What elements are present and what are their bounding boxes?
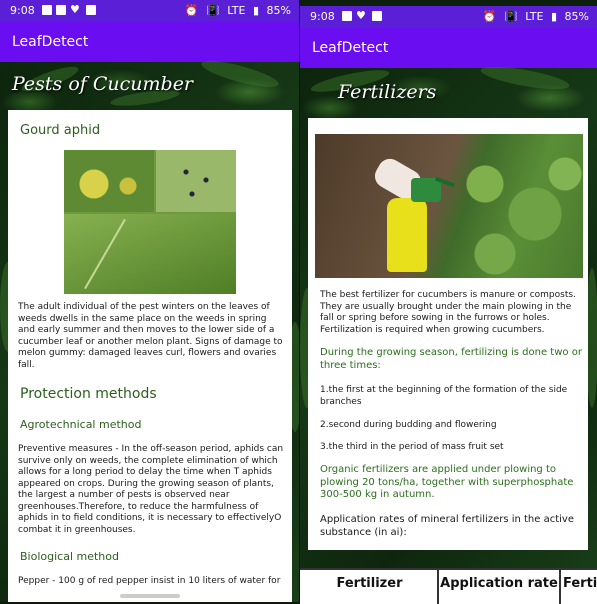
subsection-title-biological: Biological method xyxy=(20,550,119,563)
translate-icon xyxy=(86,5,96,15)
page-title: Pests of Cucumber xyxy=(12,73,194,95)
heart-icon: ♥ xyxy=(356,9,366,22)
intro-text: The best fertilizer for cucumbers is man… xyxy=(320,290,576,335)
table-header-fertil: Fertil xyxy=(563,576,597,591)
subsection-title-agrotechnical: Agrotechnical method xyxy=(20,418,142,431)
heart-icon: ♥ xyxy=(70,3,80,16)
subsection-text-biological: Pepper - 100 g of red pepper insist in 1… xyxy=(18,576,281,586)
vibrate-icon: 📳 xyxy=(205,4,220,17)
content-card[interactable]: The best fertilizer for cucumbers is man… xyxy=(308,118,588,550)
section-text-gourd-aphid: The adult individual of the pest winters… xyxy=(18,302,283,370)
table-header-fertilizer: Fertilizer xyxy=(302,570,439,604)
list-item-3: 3.the third in the period of mass fruit … xyxy=(320,442,504,452)
alarm-icon: ⏰ xyxy=(482,10,497,23)
app-title: LeafDetect xyxy=(312,40,389,56)
fertilizer-image xyxy=(315,134,583,278)
subsection-text-agrotechnical: Preventive measures - In the off-season … xyxy=(18,444,284,535)
aphid-image xyxy=(64,150,236,294)
table-header-application-rate: Application rate xyxy=(439,570,561,604)
page-title: Fertilizers xyxy=(338,81,437,103)
fertilizer-table-header: Fertilizer Application rate Fertil xyxy=(300,568,597,604)
battery-label: 85% xyxy=(266,4,291,17)
application-rates-text: Application rates of mineral fertilizers… xyxy=(320,514,574,538)
image-icon xyxy=(56,5,66,15)
content-card[interactable]: Gourd aphid The adult individual of the … xyxy=(8,110,292,602)
left-screen: 9:08 ♥ ⏰ 📳 LTE ▮ 85% LeafDetect Pests of… xyxy=(0,0,299,602)
battery-icon: ▮ xyxy=(252,4,260,17)
status-right: ⏰ 📳 LTE ▮ 85% xyxy=(181,4,291,17)
status-time: 9:08 xyxy=(310,10,335,23)
network-label: LTE xyxy=(525,10,544,23)
battery-label: 85% xyxy=(564,10,589,23)
translate-icon xyxy=(372,11,382,21)
status-bar: 9:08 ♥ ⏰ 📳 LTE ▮ 85% xyxy=(300,6,597,28)
battery-icon: ▮ xyxy=(550,10,558,23)
alarm-icon: ⏰ xyxy=(184,4,199,17)
network-label: LTE xyxy=(227,4,246,17)
organic-fertilizers-text: Organic fertilizers are applied under pl… xyxy=(320,464,574,500)
status-bar: 9:08 ♥ ⏰ 📳 LTE ▮ 85% xyxy=(0,0,299,22)
nav-handle[interactable] xyxy=(119,594,180,598)
notification-icon xyxy=(42,5,52,15)
growing-season-text: During the growing season, fertilizing i… xyxy=(320,347,582,371)
app-bar: LeafDetect xyxy=(0,22,299,62)
app-title: LeafDetect xyxy=(12,34,89,50)
section-title-protection: Protection methods xyxy=(20,386,157,402)
notification-icon xyxy=(342,11,352,21)
section-title-gourd-aphid: Gourd aphid xyxy=(20,123,101,138)
list-item-2: 2.second during budding and flowering xyxy=(320,420,497,430)
app-bar: LeafDetect xyxy=(300,28,597,68)
list-item-1: 1.the first at the beginning of the form… xyxy=(320,385,568,407)
status-time: 9:08 xyxy=(10,4,35,17)
status-right: ⏰ 📳 LTE ▮ 85% xyxy=(479,10,589,23)
vibrate-icon: 📳 xyxy=(503,10,518,23)
